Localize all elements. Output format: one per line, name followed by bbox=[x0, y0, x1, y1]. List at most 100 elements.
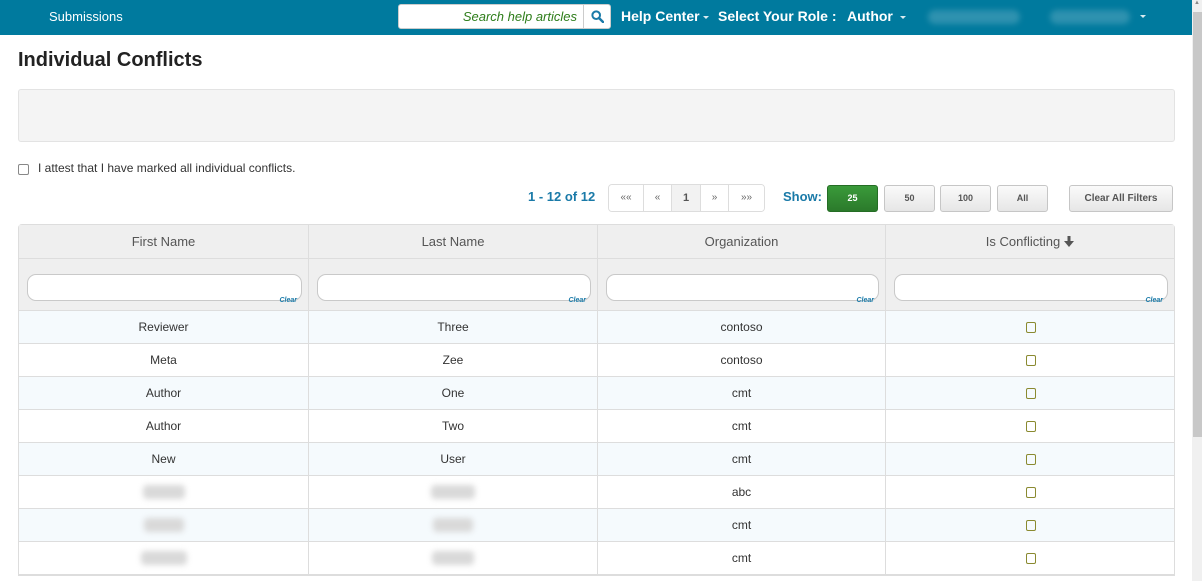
page-scrollbar-thumb[interactable] bbox=[1193, 12, 1202, 437]
column-header-last-name[interactable]: Last Name bbox=[309, 225, 598, 259]
organization-cell: cmt bbox=[598, 443, 886, 476]
table-row: cmt bbox=[19, 509, 1174, 542]
organization-filter-input[interactable] bbox=[606, 274, 879, 301]
attest-label: I attest that I have marked all individu… bbox=[38, 161, 296, 175]
is-conflicting-checkbox[interactable] bbox=[1026, 387, 1036, 399]
last-name-cell bbox=[309, 476, 598, 509]
organization-cell: contoso bbox=[598, 344, 886, 377]
redacted-text bbox=[143, 518, 184, 532]
column-header-first-name[interactable]: First Name bbox=[19, 225, 309, 259]
is-conflicting-checkbox[interactable] bbox=[1026, 552, 1036, 564]
organization-cell: cmt bbox=[598, 542, 886, 575]
organization-cell: cmt bbox=[598, 410, 886, 443]
clear-all-filters-button[interactable]: Clear All Filters bbox=[1069, 185, 1173, 212]
chevron-down-icon bbox=[702, 15, 709, 19]
redacted-nav-item[interactable] bbox=[928, 10, 1020, 24]
help-search-box bbox=[398, 4, 611, 29]
organization-cell: contoso bbox=[598, 311, 886, 344]
attest-checkbox-row[interactable]: I attest that I have marked all individu… bbox=[18, 161, 295, 175]
help-search-input[interactable] bbox=[399, 5, 583, 28]
is-conflicting-checkbox[interactable] bbox=[1026, 321, 1036, 333]
last-name-cell: Two bbox=[309, 410, 598, 443]
page-size-50-button[interactable]: 50 bbox=[884, 185, 935, 212]
scroll-up-arrow-icon[interactable]: ▲ bbox=[1194, 0, 1200, 6]
user-menu-chevron-icon[interactable] bbox=[1140, 15, 1146, 18]
is-conflicting-label: Is Conflicting bbox=[985, 234, 1061, 249]
page-1-button[interactable]: 1 bbox=[672, 185, 701, 211]
is-conflicting-checkbox[interactable] bbox=[1026, 486, 1036, 498]
info-panel bbox=[18, 89, 1175, 142]
first-name-clear-link[interactable]: Clear bbox=[279, 297, 297, 304]
redacted-text bbox=[142, 485, 185, 499]
first-name-filter-input[interactable] bbox=[27, 274, 302, 301]
organization-cell: cmt bbox=[598, 509, 886, 542]
last-name-cell bbox=[309, 542, 598, 575]
is-conflicting-cell bbox=[886, 311, 1174, 344]
is-conflicting-cell bbox=[886, 410, 1174, 443]
column-header-organization[interactable]: Organization bbox=[598, 225, 886, 259]
page-size-all-button[interactable]: All bbox=[997, 185, 1048, 212]
redacted-text bbox=[433, 518, 473, 532]
redacted-text bbox=[140, 551, 187, 565]
first-name-cell: Reviewer bbox=[19, 311, 309, 344]
last-name-cell: Three bbox=[309, 311, 598, 344]
last-name-filter-input[interactable] bbox=[317, 274, 591, 301]
table-row: Reviewer Three contoso bbox=[19, 311, 1174, 344]
role-value: Author bbox=[847, 8, 893, 24]
is-conflicting-cell bbox=[886, 443, 1174, 476]
filter-cell: Clear bbox=[309, 259, 598, 311]
is-conflicting-cell bbox=[886, 509, 1174, 542]
is-conflicting-filter-input[interactable] bbox=[894, 274, 1168, 301]
record-count: 1 - 12 of 12 bbox=[528, 189, 596, 204]
search-button[interactable] bbox=[583, 5, 610, 28]
organization-cell: abc bbox=[598, 476, 886, 509]
first-name-cell: New bbox=[19, 443, 309, 476]
nav-submissions-link[interactable]: Submissions bbox=[49, 0, 123, 35]
page-size-100-button[interactable]: 100 bbox=[940, 185, 991, 212]
role-dropdown[interactable]: Author bbox=[847, 0, 906, 35]
page-size-25-button[interactable]: 25 bbox=[827, 185, 878, 212]
table-header-row: First Name Last Name Organization Is Con… bbox=[19, 225, 1174, 259]
first-name-cell bbox=[19, 476, 309, 509]
show-label: Show: bbox=[783, 189, 822, 204]
first-page-button[interactable]: «« bbox=[609, 185, 644, 211]
first-name-cell: Author bbox=[19, 377, 309, 410]
is-conflicting-cell bbox=[886, 476, 1174, 509]
pagination: «« « 1 » »» bbox=[608, 184, 765, 212]
help-center-menu[interactable]: Help Center bbox=[621, 0, 709, 35]
redacted-user-menu[interactable] bbox=[1050, 10, 1130, 24]
is-conflicting-checkbox[interactable] bbox=[1026, 453, 1036, 465]
redacted-text bbox=[432, 551, 474, 565]
filter-cell: Clear bbox=[19, 259, 309, 311]
table-row: Author One cmt bbox=[19, 377, 1174, 410]
search-icon bbox=[590, 10, 604, 23]
select-role-label: Select Your Role : bbox=[718, 8, 837, 24]
last-name-cell bbox=[309, 509, 598, 542]
last-name-cell: User bbox=[309, 443, 598, 476]
first-name-cell: Author bbox=[19, 410, 309, 443]
table-row: cmt bbox=[19, 542, 1174, 575]
is-conflicting-checkbox[interactable] bbox=[1026, 519, 1036, 531]
is-conflicting-checkbox[interactable] bbox=[1026, 354, 1036, 366]
redacted-text bbox=[431, 485, 475, 499]
table-row: abc bbox=[19, 476, 1174, 509]
column-header-is-conflicting[interactable]: Is Conflicting bbox=[886, 225, 1174, 259]
organization-clear-link[interactable]: Clear bbox=[856, 297, 874, 304]
prev-page-button[interactable]: « bbox=[644, 185, 672, 211]
is-conflicting-clear-link[interactable]: Clear bbox=[1145, 297, 1163, 304]
page-title: Individual Conflicts bbox=[18, 49, 203, 71]
last-name-clear-link[interactable]: Clear bbox=[568, 297, 586, 304]
last-name-cell: Zee bbox=[309, 344, 598, 377]
filter-cell: Clear bbox=[886, 259, 1174, 311]
next-page-button[interactable]: » bbox=[701, 185, 729, 211]
chevron-down-icon bbox=[899, 15, 906, 19]
first-name-cell: Meta bbox=[19, 344, 309, 377]
organization-cell: cmt bbox=[598, 377, 886, 410]
table-body: Reviewer Three contoso Meta Zee contoso Author… bbox=[19, 311, 1174, 575]
attest-checkbox[interactable] bbox=[18, 164, 29, 175]
table-row: New User cmt bbox=[19, 443, 1174, 476]
table-filter-row: Clear Clear Clear Clear bbox=[19, 259, 1174, 311]
help-center-label: Help Center bbox=[621, 8, 700, 24]
last-page-button[interactable]: »» bbox=[729, 185, 764, 211]
is-conflicting-checkbox[interactable] bbox=[1026, 420, 1036, 432]
